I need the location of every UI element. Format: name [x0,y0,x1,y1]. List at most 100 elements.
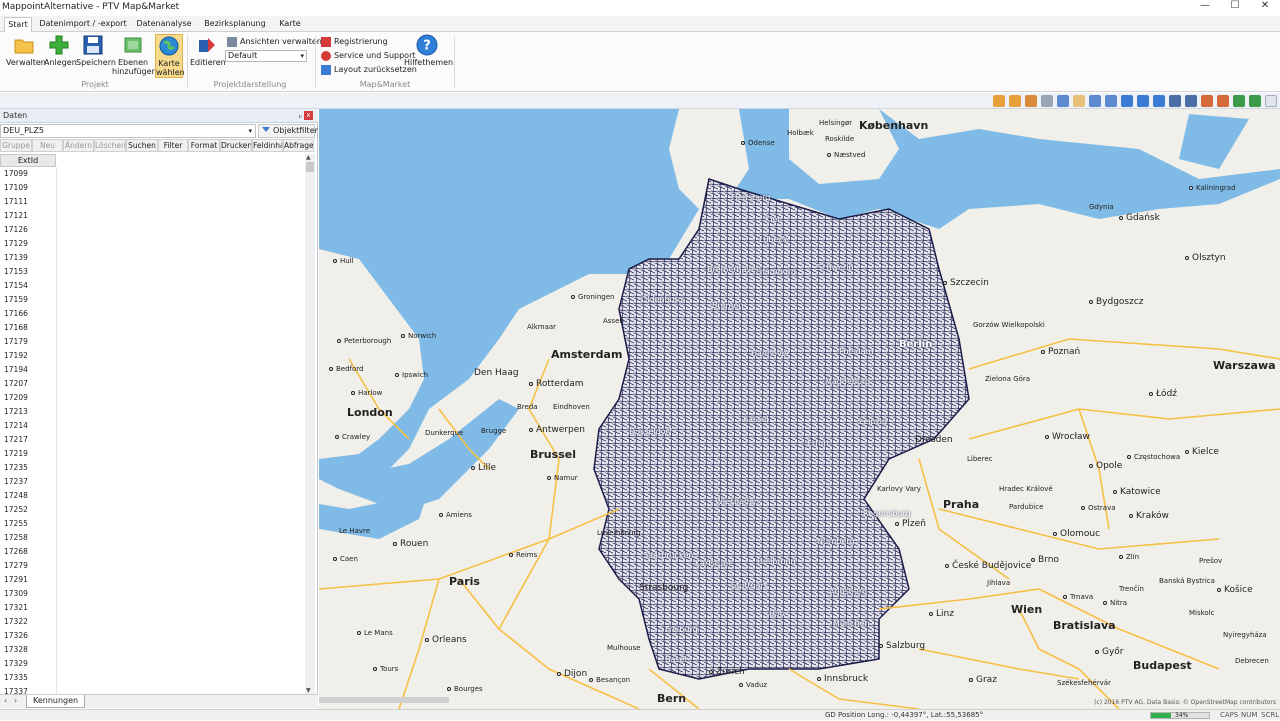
speichern-button[interactable]: Speichern [76,34,116,67]
pin-icon[interactable]: ᵖ [299,111,302,125]
table-row[interactable]: 17219 [0,447,56,461]
table-row[interactable]: 17329 [0,657,56,671]
print-icon[interactable] [1169,95,1181,107]
tab-bezirksplanung[interactable]: Bezirksplanung [200,17,270,32]
ansichten-verwalten-button[interactable]: Ansichten verwalten [227,36,322,48]
map-horizontal-scrollbar[interactable] [319,697,449,703]
editieren-button[interactable]: Editieren [190,34,226,67]
table-row[interactable]: 17279 [0,559,56,573]
vertical-scrollbar[interactable]: ▲ ▼ [305,154,315,694]
table-row[interactable]: 17309 [0,587,56,601]
table-row[interactable]: 17214 [0,419,56,433]
table-row[interactable]: 17291 [0,573,56,587]
neu-button[interactable]: Neu [32,139,63,152]
table-row[interactable]: 17126 [0,223,56,237]
table-row[interactable]: 17213 [0,405,56,419]
aendern-button[interactable]: Ändern [63,139,94,152]
hilfethemen-button[interactable]: ? Hilfethemen [404,34,453,67]
table-row[interactable]: 17252 [0,503,56,517]
next-tab-icon[interactable]: › [14,696,17,705]
table-row[interactable]: 17321 [0,601,56,615]
close-icon[interactable]: x [304,111,313,120]
forward-icon[interactable] [1137,95,1149,107]
lasso-tool-icon[interactable] [1009,95,1021,107]
table-row[interactable]: 17217 [0,433,56,447]
table-row[interactable]: 17328 [0,643,56,657]
table-row[interactable]: 17129 [0,237,56,251]
karte-waehlen-button[interactable]: Karte wählen [155,34,185,78]
table-row[interactable]: 17322 [0,615,56,629]
ebenen-hinzufuegen-button[interactable]: Ebenen hinzufügen [112,34,157,76]
table-row[interactable]: 17335 [0,671,56,685]
table-row[interactable]: 17192 [0,349,56,363]
scroll-up-icon[interactable]: ▲ [306,154,311,161]
anlegen-button[interactable]: Anlegen [44,34,77,67]
gruppe-button[interactable]: Gruppe [0,139,32,152]
table-row[interactable]: 17207 [0,377,56,391]
tools-icon[interactable] [1201,95,1213,107]
pan-hand-icon[interactable] [1073,95,1085,107]
drucken-button[interactable]: Drucken [220,139,252,152]
table-row[interactable]: 17255 [0,517,56,531]
radius-tool-icon[interactable] [1025,95,1037,107]
map-view[interactable]: København Amsterdam Berlin London Brusse… [319,109,1280,709]
table-row[interactable]: 17153 [0,265,56,279]
maximize-button[interactable]: ☐ [1220,0,1250,14]
objektfilter-button[interactable]: Objektfilter [258,124,318,138]
table-row[interactable]: 17139 [0,251,56,265]
table-row[interactable]: 17109 [0,181,56,195]
format-button[interactable]: Format [188,139,220,152]
table-row[interactable]: 17248 [0,489,56,503]
prev-tab-icon[interactable]: ‹ [4,696,7,705]
suchen-button[interactable]: Suchen [126,139,158,152]
layout-reset-button[interactable]: Layout zurücksetzen [321,64,417,76]
settings-icon[interactable] [1217,95,1229,107]
column-header-extid[interactable]: ExtId [0,154,56,167]
table-row[interactable]: 17121 [0,209,56,223]
tab-datenanalyse[interactable]: Datenanalyse [134,17,194,32]
table-row[interactable]: 17179 [0,335,56,349]
tab-kennungen[interactable]: Kennungen [26,695,86,708]
export-icon[interactable] [1185,95,1197,107]
table-row[interactable]: 17159 [0,293,56,307]
table-row[interactable]: 17268 [0,545,56,559]
zoom-in-icon[interactable] [1089,95,1101,107]
table-row[interactable]: 17326 [0,629,56,643]
loeschen-button[interactable]: Löschen [94,139,126,152]
map-label: Karlovy Vary [877,485,921,493]
table-row[interactable]: 17194 [0,363,56,377]
view-dropdown[interactable]: Default ▾ [225,50,307,62]
table-row[interactable]: 17209 [0,391,56,405]
verwalten-button[interactable]: Verwalten [6,34,46,67]
close-window-button[interactable]: ✕ [1250,0,1280,14]
grid-tool-icon[interactable] [1057,95,1069,107]
scroll-down-icon[interactable]: ▼ [306,687,311,694]
table-row[interactable]: 17099 [0,167,56,181]
table-row[interactable]: 17258 [0,531,56,545]
table-row[interactable]: 17235 [0,461,56,475]
minimize-button[interactable]: — [1190,0,1220,14]
table-row[interactable]: 17166 [0,307,56,321]
tab-datenimport[interactable]: Datenimport / -export [38,17,128,32]
table-row[interactable]: 17154 [0,279,56,293]
registrierung-button[interactable]: Registrierung [321,36,388,48]
refresh-icon[interactable] [1153,95,1165,107]
service-support-button[interactable]: Service und Support [321,50,416,62]
filter-button[interactable]: Filter [158,139,188,152]
fullscreen-icon[interactable] [1265,95,1277,107]
table-row[interactable]: 17168 [0,321,56,335]
table-row[interactable]: 17237 [0,475,56,489]
back-icon[interactable] [1121,95,1133,107]
scroll-thumb[interactable] [306,162,314,172]
tab-karte[interactable]: Karte [276,17,304,32]
abfrage-button[interactable]: Abfrage [283,139,314,152]
zoom-out-icon[interactable] [1105,95,1117,107]
layer-toggle-icon[interactable] [1249,95,1261,107]
measure-tool-icon[interactable] [1041,95,1053,107]
marker-icon[interactable] [1233,95,1245,107]
tab-start[interactable]: Start [4,17,32,32]
feldinhalt-button[interactable]: Feldinhal [252,139,283,152]
table-row[interactable]: 17111 [0,195,56,209]
select-tool-icon[interactable] [993,95,1005,107]
layer-select[interactable]: DEU_PLZ5 ▾ [0,124,256,138]
